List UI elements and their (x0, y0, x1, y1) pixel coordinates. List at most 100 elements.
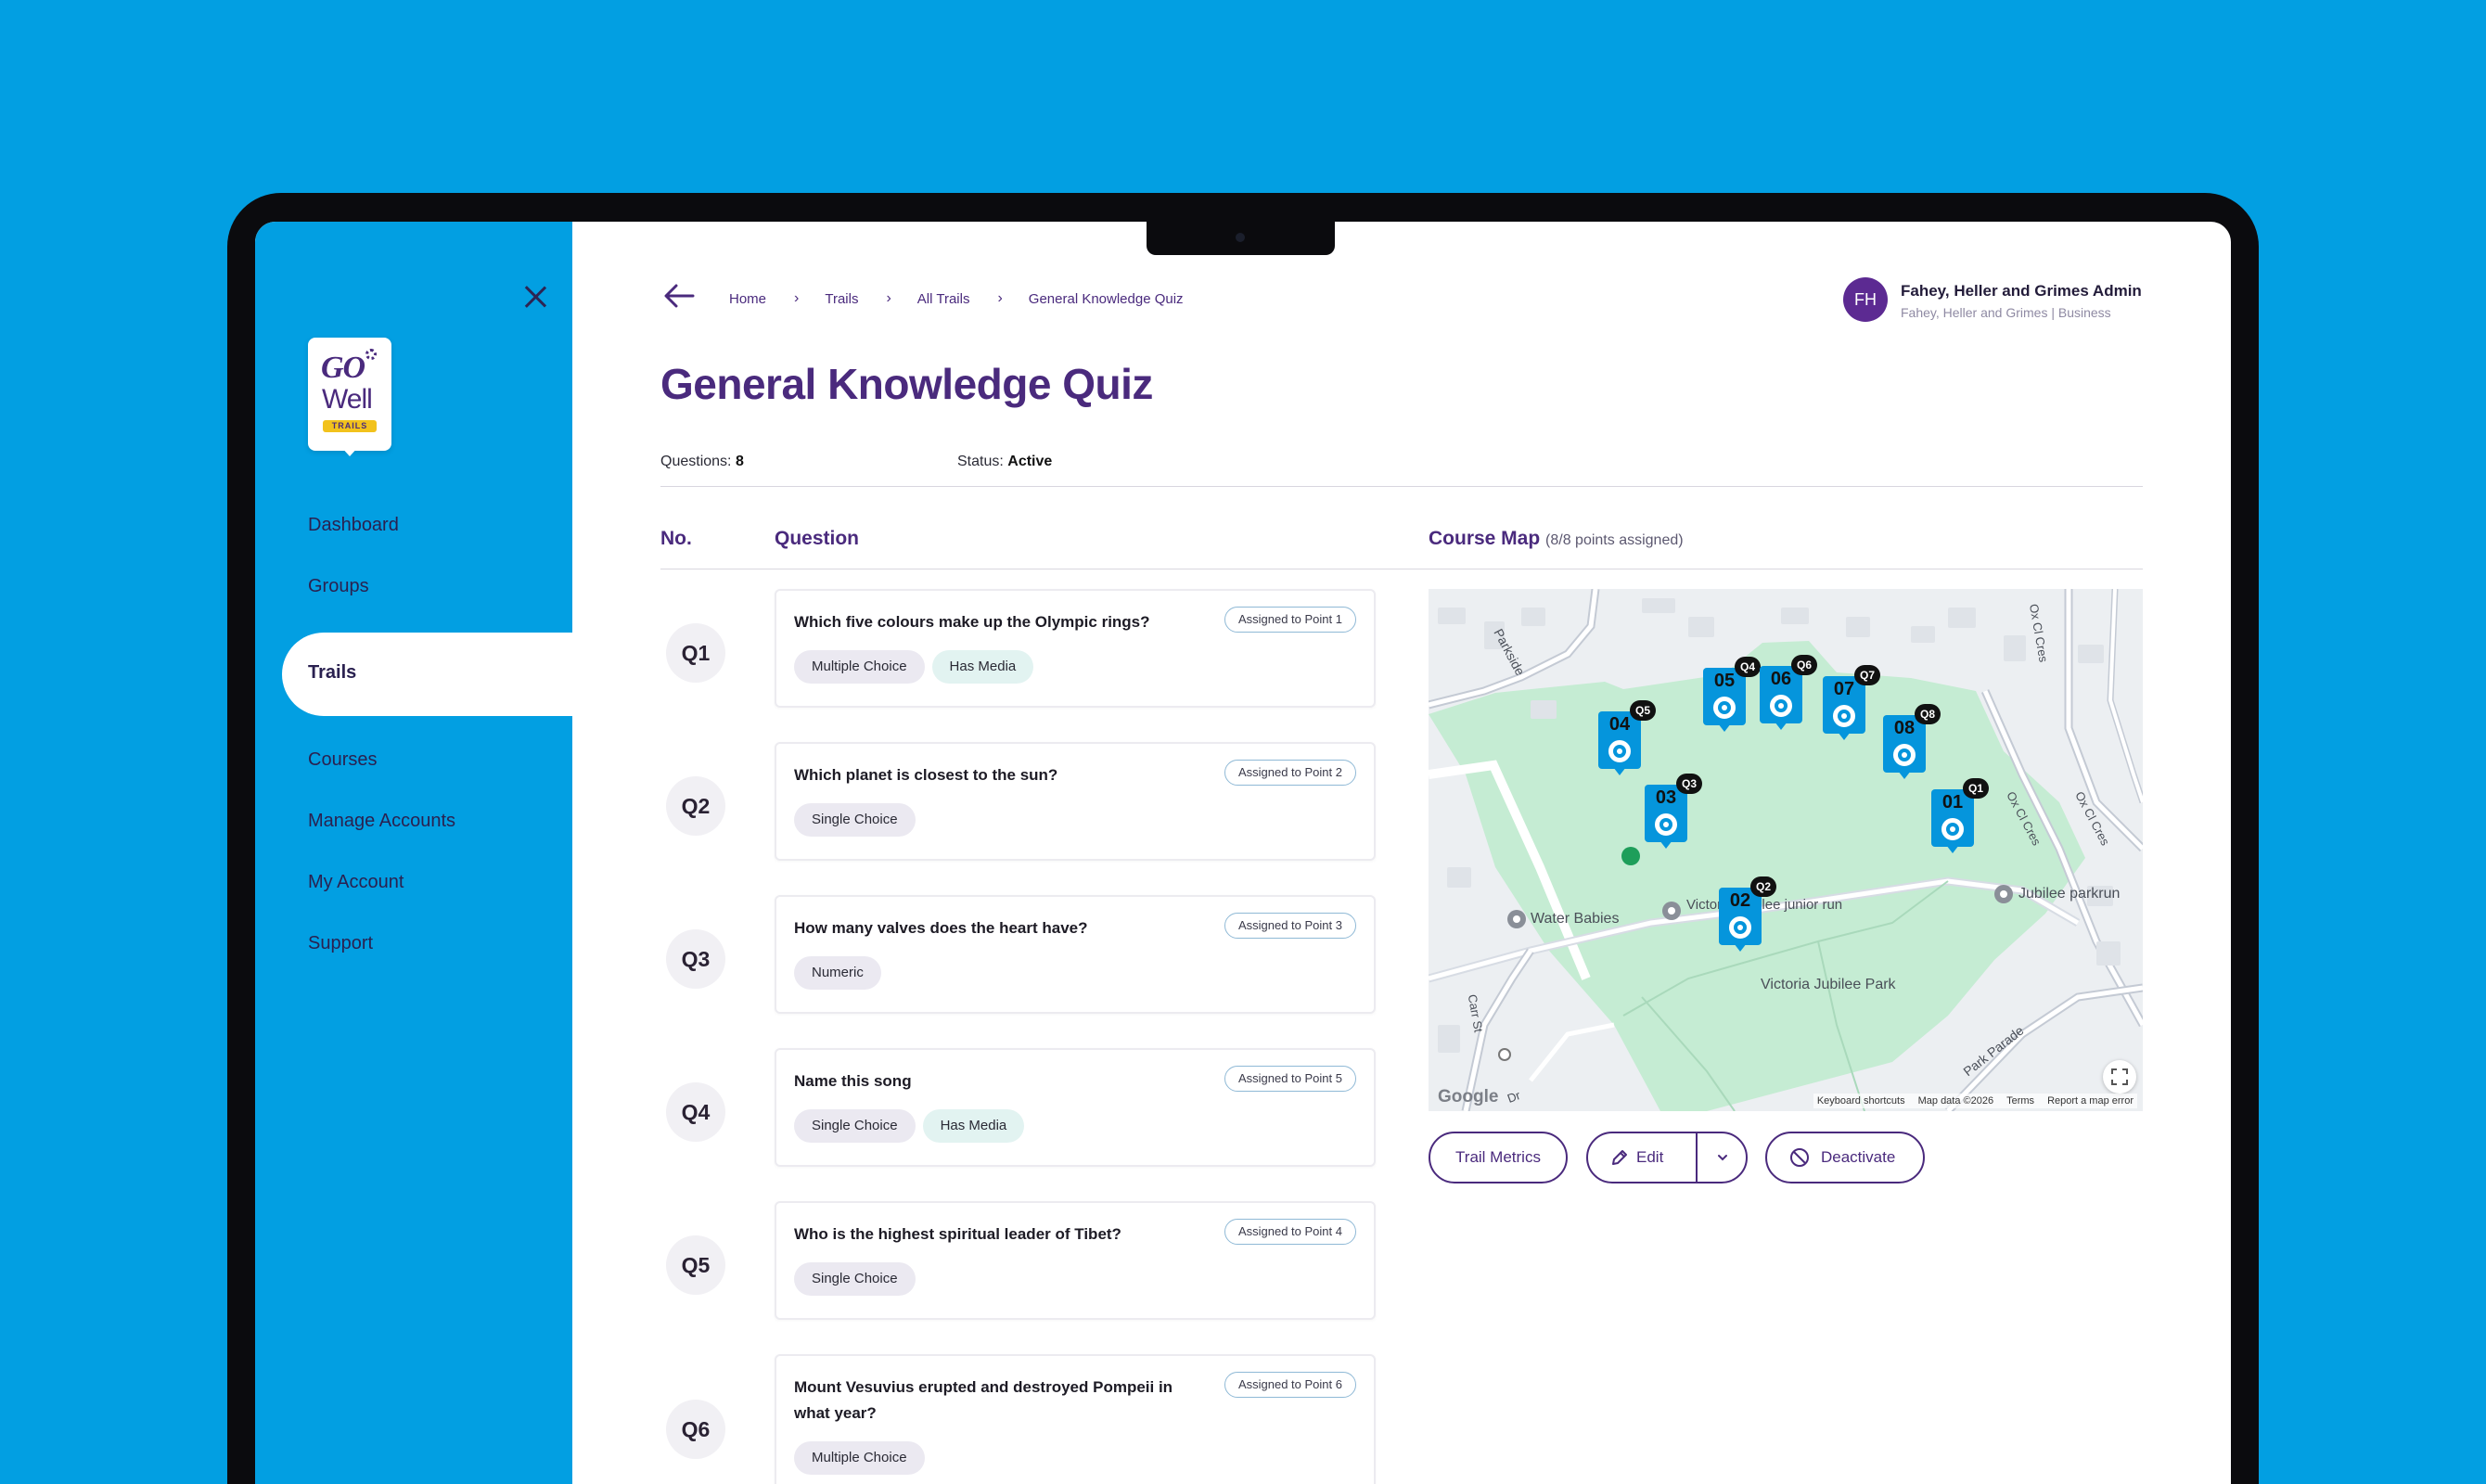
question-card[interactable]: How many valves does the heart have? Ass… (775, 895, 1376, 1014)
question-card[interactable]: Name this song Assigned to Point 5 Singl… (775, 1048, 1376, 1167)
map-report-error-link[interactable]: Report a map error (2047, 1095, 2134, 1107)
google-logo[interactable]: Google (1438, 1087, 1498, 1107)
trail-metrics-button[interactable]: Trail Metrics (1429, 1132, 1568, 1183)
pin-tip (1898, 771, 1911, 779)
back-arrow-icon[interactable] (663, 284, 695, 308)
column-header-question: Question (775, 528, 860, 549)
ban-icon (1790, 1148, 1809, 1167)
question-card[interactable]: Who is the highest spiritual leader of T… (775, 1201, 1376, 1320)
sidebar-item-manage-accounts[interactable]: Manage Accounts (308, 811, 455, 832)
tag-question-type: Multiple Choice (794, 650, 925, 684)
map-pin[interactable]: 04 Q5 (1598, 700, 1657, 776)
assigned-point-badge: Assigned to Point 4 (1224, 1219, 1356, 1245)
tag-question-type: Single Choice (794, 803, 916, 837)
app-screen: GO Well TRAILS Dashboard Groups Trails C… (255, 222, 2231, 1484)
pin-tip (1775, 722, 1788, 730)
question-number: Q1 (666, 623, 725, 683)
camera-notch (1147, 222, 1335, 255)
tag-question-type: Numeric (794, 956, 881, 990)
tag-question-type: Multiple Choice (794, 1441, 925, 1475)
map-pin[interactable]: 02 Q2 (1719, 876, 1777, 953)
question-card[interactable]: Mount Vesuvius erupted and destroyed Pom… (775, 1354, 1376, 1484)
deactivate-button[interactable]: Deactivate (1765, 1132, 1925, 1183)
course-map[interactable]: Parkside Water Babies Victoria Jubilee j… (1429, 589, 2143, 1111)
logo-tail (340, 445, 360, 456)
sidebar-item-trails-label: Trails (308, 662, 357, 683)
sidebar-item-my-account[interactable]: My Account (308, 872, 404, 893)
avatar[interactable]: FH (1843, 277, 1888, 322)
breadcrumb: Home › Trails › All Trails › General Kno… (729, 290, 1184, 307)
pin-question-badge: Q7 (1854, 665, 1881, 685)
question-number: Q3 (666, 929, 725, 989)
question-text: Who is the highest spiritual leader of T… (794, 1225, 1121, 1243)
question-tags: Numeric (794, 956, 881, 990)
question-text: Which five colours make up the Olympic r… (794, 613, 1150, 631)
gowell-trails-logo[interactable]: GO Well TRAILS (308, 338, 391, 456)
sidebar-item-dashboard[interactable]: Dashboard (308, 515, 399, 536)
questions-value: 8 (735, 454, 744, 469)
divider (660, 486, 2143, 487)
assigned-point-badge: Assigned to Point 5 (1224, 1066, 1356, 1092)
edit-label: Edit (1636, 1148, 1664, 1166)
pin-question-badge: Q6 (1791, 655, 1818, 675)
map-pin[interactable]: 05 Q4 (1703, 657, 1762, 733)
status-value: Active (1007, 454, 1053, 469)
map-pin[interactable]: 03 Q3 (1645, 774, 1703, 850)
pin-marker-icon (1770, 695, 1792, 717)
chevron-down-icon (1718, 1155, 1727, 1161)
assigned-point-badge: Assigned to Point 6 (1224, 1372, 1356, 1398)
pin-marker-icon (1893, 744, 1916, 766)
map-data-text: Map data ©2026 (1917, 1095, 1994, 1107)
question-text: Name this song (794, 1072, 912, 1090)
pin-question-badge: Q8 (1915, 704, 1941, 724)
map-pin[interactable]: 07 Q7 (1823, 665, 1881, 741)
question-number: Q4 (666, 1082, 725, 1142)
pin-question-badge: Q2 (1750, 876, 1777, 897)
logo-go: GO (321, 351, 365, 385)
pin-question-badge: Q1 (1963, 778, 1990, 799)
map-pin[interactable]: 06 Q6 (1760, 655, 1818, 731)
pin-question-badge: Q5 (1630, 700, 1657, 721)
edit-button[interactable]: Edit (1588, 1133, 1696, 1182)
breadcrumb-home[interactable]: Home (729, 291, 766, 307)
pin-tip (1734, 943, 1747, 952)
map-attribution: Keyboard shortcuts Map data ©2026 Terms … (1813, 1094, 2137, 1108)
column-header-no: No. (660, 528, 692, 549)
pin-question-badge: Q3 (1676, 774, 1703, 794)
edit-button-group: Edit (1586, 1132, 1748, 1183)
fullscreen-glyph (2111, 1068, 2128, 1085)
question-text: Mount Vesuvius erupted and destroyed Pom… (794, 1378, 1173, 1422)
map-pin[interactable]: 08 Q8 (1883, 704, 1941, 780)
chevron-right-icon: › (886, 290, 891, 306)
pin-tip (1659, 840, 1672, 849)
close-sidebar-icon[interactable] (523, 285, 547, 309)
camera-icon (1236, 233, 1245, 242)
question-card[interactable]: Which planet is closest to the sun? Assi… (775, 742, 1376, 861)
sidebar-item-trails[interactable]: Trails (282, 633, 572, 716)
question-card[interactable]: Which five colours make up the Olympic r… (775, 589, 1376, 708)
breadcrumb-trails[interactable]: Trails (825, 291, 858, 307)
question-tags: Single Choice (794, 803, 916, 837)
fullscreen-icon[interactable] (2103, 1060, 2136, 1094)
edit-dropdown-toggle[interactable] (1698, 1133, 1748, 1182)
question-tags: Single Choice (794, 1262, 916, 1296)
pin-question-badge: Q4 (1735, 657, 1762, 677)
map-keyboard-shortcuts-link[interactable]: Keyboard shortcuts (1817, 1095, 1905, 1107)
map-label-poi: Jubilee parkrun (2018, 886, 2121, 902)
map-terms-link[interactable]: Terms (2006, 1095, 2034, 1107)
tag-question-type: Single Choice (794, 1109, 916, 1143)
questions-count: Questions: 8 (660, 454, 744, 470)
pin-tip (1718, 723, 1731, 732)
sidebar-item-courses[interactable]: Courses (308, 749, 377, 771)
user-name: Fahey, Heller and Grimes Admin (1901, 282, 2142, 300)
pin-marker-icon (1655, 813, 1677, 836)
map-pin[interactable]: 01 Q1 (1931, 778, 1990, 854)
deactivate-label: Deactivate (1821, 1148, 1896, 1166)
tag-has-media: Has Media (931, 650, 1034, 684)
column-header-course-map: Course Map (8/8 points assigned) (1429, 528, 1684, 550)
sidebar-item-support[interactable]: Support (308, 933, 373, 954)
breadcrumb-all-trails[interactable]: All Trails (917, 291, 970, 307)
chevron-right-icon: › (794, 290, 800, 306)
map-label-park: Victoria Jubilee Park (1761, 977, 1896, 992)
sidebar-item-groups[interactable]: Groups (308, 576, 369, 597)
